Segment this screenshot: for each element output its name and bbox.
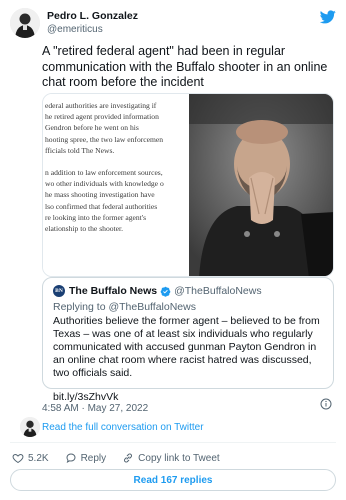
author-avatar-small[interactable] [20, 417, 40, 437]
buffalo-news-logo[interactable]: BN [53, 285, 65, 297]
reply-icon [66, 453, 76, 464]
action-bar: 5.2K Reply Copy link to Tweet [12, 450, 332, 466]
article-line: he retired agent provided information [45, 112, 159, 122]
article-line: Gendron before he went on his [45, 123, 139, 133]
article-line: he mass shooting investigation have [45, 190, 155, 200]
replying-to-label: Replying to [53, 301, 106, 313]
article-line: elationship to the shooter. [45, 224, 124, 234]
read-replies-button[interactable]: Read 167 replies [10, 469, 336, 491]
person-photo [189, 94, 333, 276]
tweet-timestamp[interactable]: 4:58 AM · May 27, 2022 [42, 403, 148, 414]
author-handle[interactable]: @emeriticus [47, 23, 138, 36]
article-line: ederal authorities are investigating if [45, 101, 157, 110]
author-name-block[interactable]: Pedro L. Gonzalez @emeriticus [47, 10, 138, 36]
reply-label: Reply [80, 452, 107, 464]
article-line: re looking into the former agent's [45, 212, 147, 222]
article-line: lso confirmed that federal authorities [45, 201, 158, 211]
article-line: wo other individuals with knowledge o [45, 179, 164, 189]
article-line: fficials told The News. [45, 145, 115, 155]
author-display-name[interactable]: Pedro L. Gonzalez [47, 10, 138, 23]
like-button[interactable]: 5.2K [12, 452, 49, 464]
link-icon [124, 453, 133, 463]
conversation-row: Read the full conversation on Twitter [10, 417, 336, 437]
logo-text: BN [55, 288, 63, 294]
replying-to-line: Replying to @TheBuffaloNews [53, 301, 323, 313]
tweet-header: Pedro L. Gonzalez @emeriticus [10, 8, 336, 40]
author-avatar[interactable] [10, 8, 40, 38]
quoted-tweet-header: BN The Buffalo News @TheBuffaloNews [53, 284, 323, 298]
twitter-bird-icon[interactable] [320, 10, 336, 24]
like-count: 5.2K [28, 452, 49, 464]
timestamp-row: 4:58 AM · May 27, 2022 [42, 398, 334, 414]
tweet-text: A "retired federal agent" had been in re… [42, 44, 328, 89]
article-screenshot: ederal authorities are investigating if … [43, 94, 189, 276]
quoted-tweet-text: Authorities believe the former agent – b… [53, 315, 320, 379]
divider [10, 442, 336, 443]
reply-button[interactable]: Reply [65, 452, 107, 464]
copy-link-label: Copy link to Tweet [138, 452, 220, 464]
tweet-media[interactable]: ederal authorities are investigating if … [42, 93, 334, 277]
verified-badge-icon [160, 286, 171, 297]
read-conversation-link[interactable]: Read the full conversation on Twitter [42, 422, 204, 433]
quoted-tweet[interactable]: BN The Buffalo News @TheBuffaloNews Repl… [42, 277, 334, 403]
heart-icon [12, 453, 24, 464]
embedded-tweet-card: Pedro L. Gonzalez @emeriticus A "retired… [0, 0, 346, 500]
article-line: hooting spree, the two law enforcemen [45, 134, 164, 144]
quoted-author-name[interactable]: The Buffalo News [69, 285, 157, 297]
replying-to-handle[interactable]: @TheBuffaloNews [108, 301, 196, 313]
quoted-author-handle[interactable]: @TheBuffaloNews [174, 285, 262, 297]
article-line: n addition to law enforcement sources, [45, 168, 163, 178]
info-icon[interactable] [320, 398, 332, 410]
copy-link-button[interactable]: Copy link to Tweet [122, 452, 220, 464]
